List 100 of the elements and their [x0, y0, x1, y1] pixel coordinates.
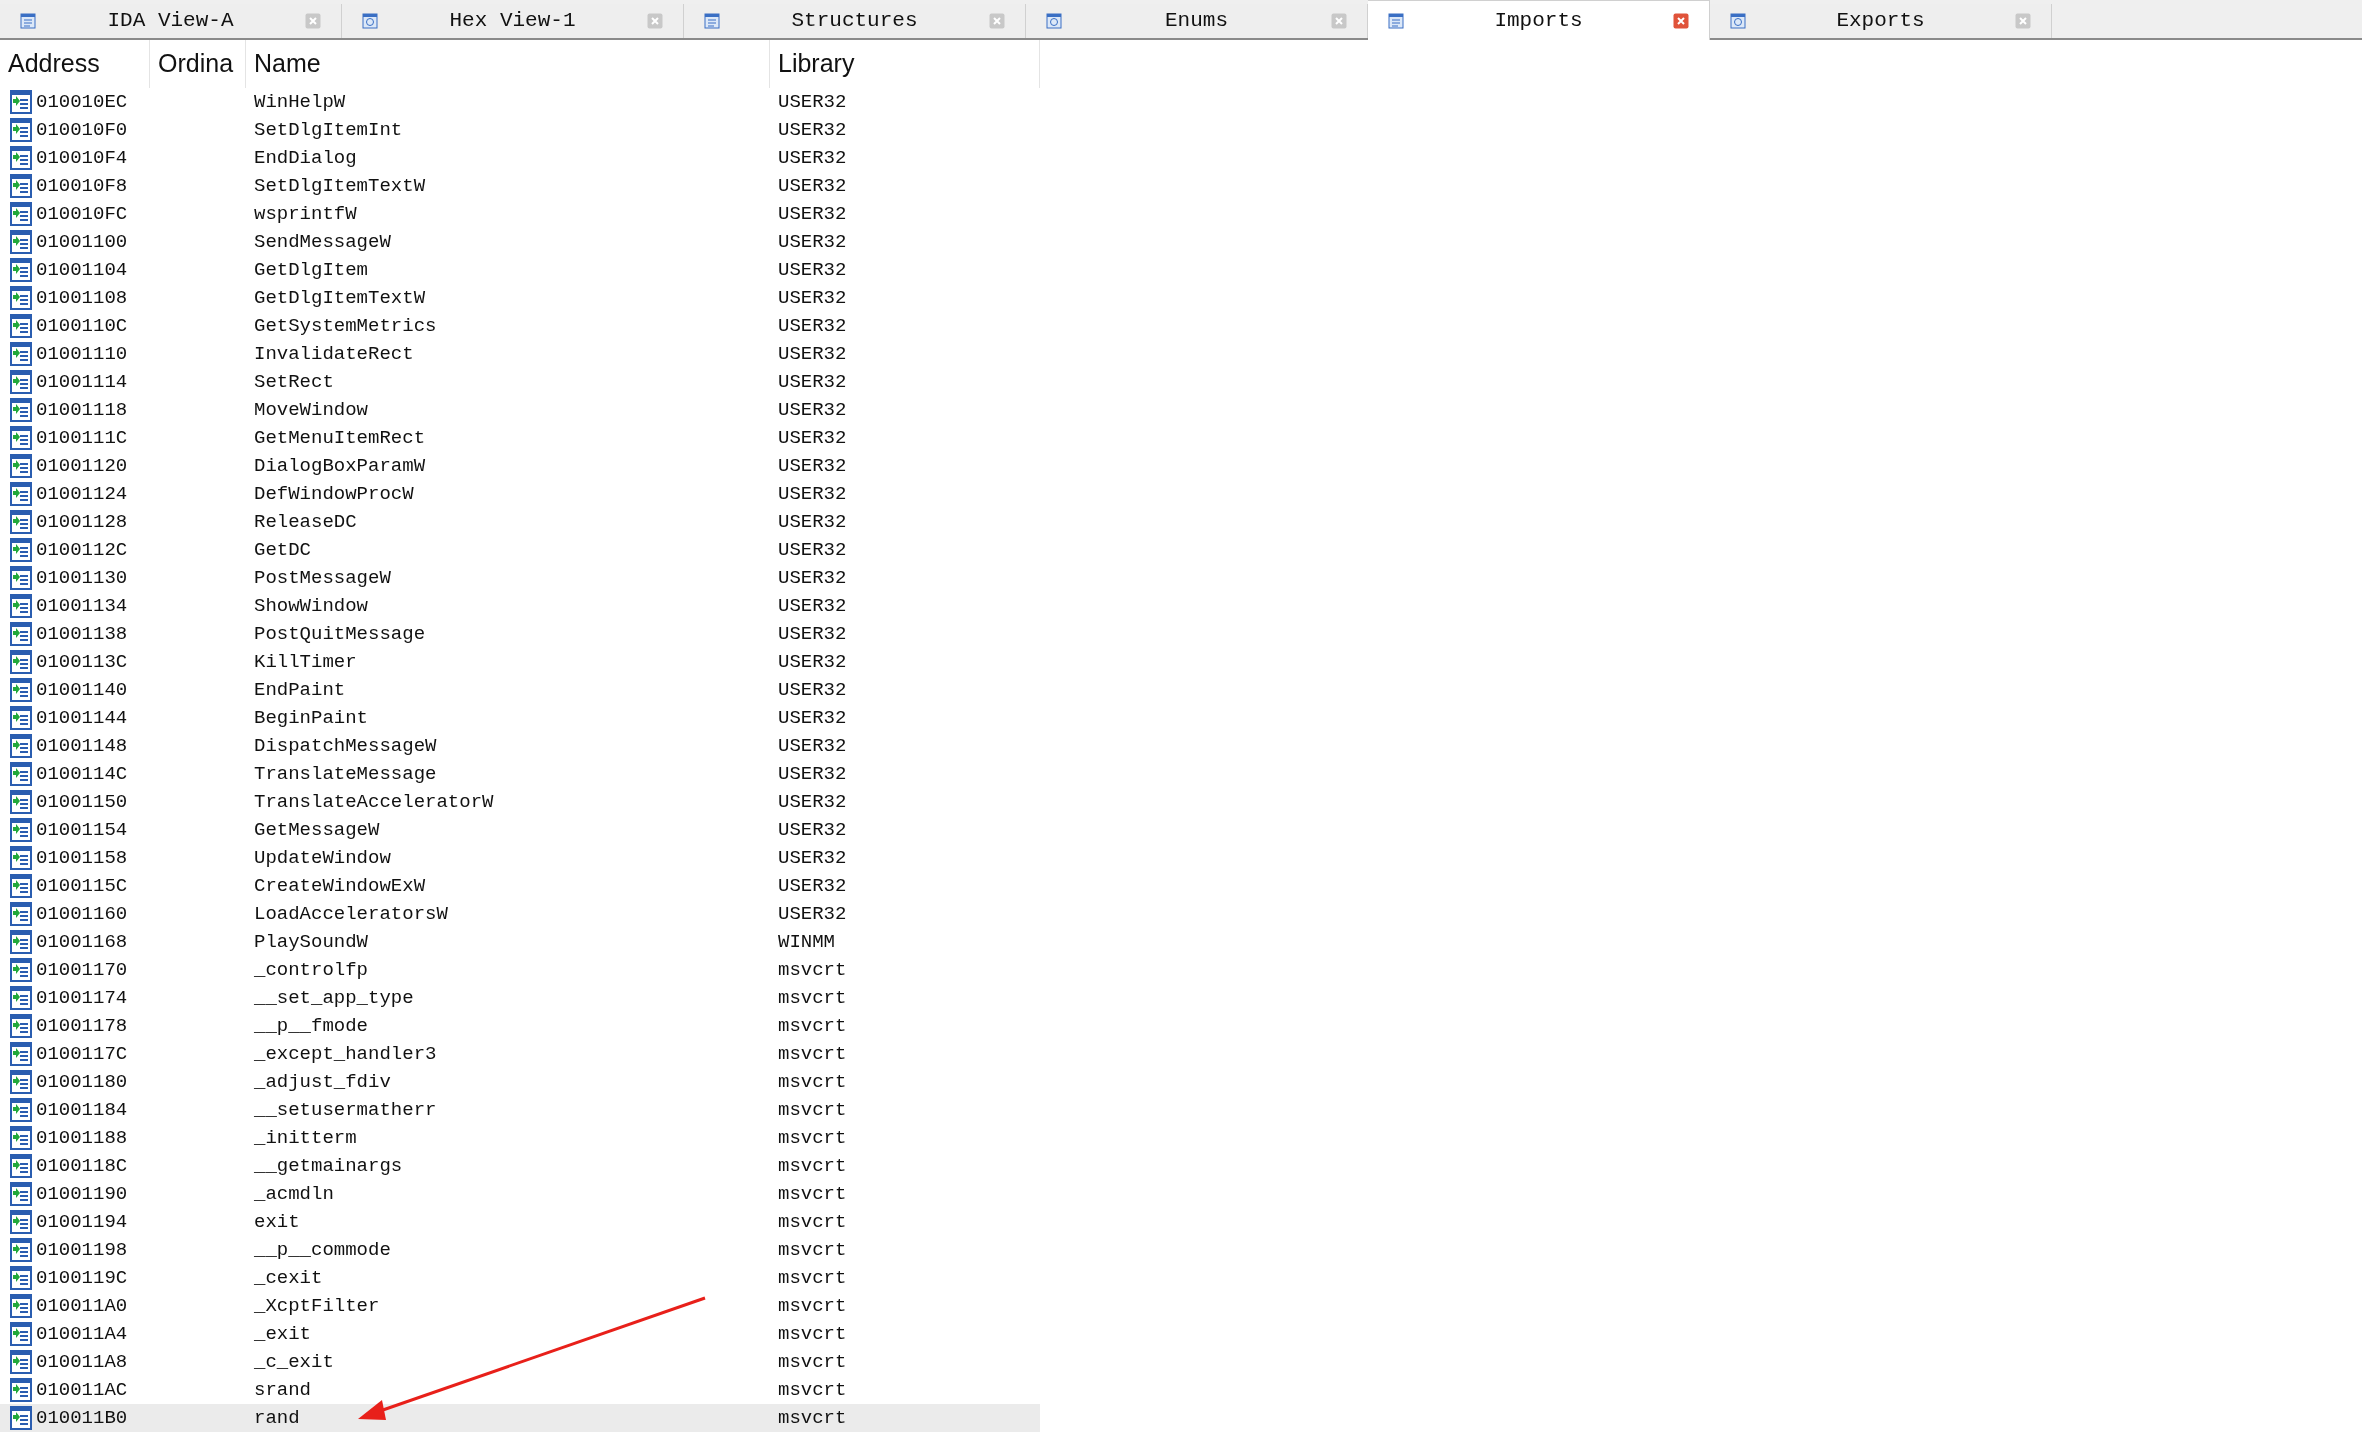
- address-cell-text: 010011AC: [36, 1377, 128, 1403]
- tab-icon: [1046, 13, 1062, 29]
- address-cell-text: 01001100: [36, 229, 128, 255]
- address-cell-text: 010011A4: [36, 1321, 128, 1347]
- library-cell-text: msvcrt: [777, 1125, 848, 1151]
- import-icon: [10, 930, 32, 954]
- name-cell-text: srand: [253, 1377, 312, 1403]
- library-cell-text: USER32: [777, 481, 848, 507]
- library-cell-text: msvcrt: [777, 1041, 848, 1067]
- address-cell-text: 010011A8: [36, 1349, 128, 1375]
- address-cell-text: 01001118: [36, 397, 128, 423]
- import-icon: [10, 958, 32, 982]
- name-cell-text: DispatchMessageW: [253, 733, 438, 759]
- address-cell-text: 01001188: [36, 1125, 128, 1151]
- library-cell-text: USER32: [777, 873, 848, 899]
- name-cell-text: SetDlgItemInt: [253, 117, 404, 143]
- library-cell-text: USER32: [777, 285, 848, 311]
- name-cell-text: DefWindowProcW: [253, 481, 415, 507]
- import-icon: [10, 258, 32, 282]
- close-icon[interactable]: [1331, 13, 1347, 29]
- tab[interactable]: Imports: [1368, 0, 1710, 40]
- library-cell-text: msvcrt: [777, 1013, 848, 1039]
- library-cell-text: USER32: [777, 425, 848, 451]
- name-cell-text: rand: [253, 1405, 301, 1431]
- address-cell-text: 010011B0: [36, 1405, 128, 1431]
- library-cell-text: msvcrt: [777, 1405, 848, 1431]
- name-cell-text: GetDlgItem: [253, 257, 370, 283]
- tab-icon: [704, 13, 720, 29]
- address-cell-text: 0100112C: [36, 537, 128, 563]
- name-cell-text: __getmainargs: [253, 1153, 404, 1179]
- address-cell-text: 01001144: [36, 705, 128, 731]
- library-cell-text: USER32: [777, 117, 848, 143]
- name-cell-text: EndDialog: [253, 145, 358, 171]
- library-cell-text: USER32: [777, 369, 848, 395]
- import-icon: [10, 1042, 32, 1066]
- address-cell-text: 01001128: [36, 509, 128, 535]
- name-cell-text: GetMessageW: [253, 817, 381, 843]
- name-cell-text: BeginPaint: [253, 705, 370, 731]
- name-cell-text: TranslateMessage: [253, 761, 438, 787]
- name-cell-text: CreateWindowExW: [253, 873, 427, 899]
- library-cell-text: USER32: [777, 201, 848, 227]
- library-cell-text: USER32: [777, 257, 848, 283]
- address-cell-text: 010010FC: [36, 201, 128, 227]
- tab-icon: [362, 13, 378, 29]
- import-icon: [10, 426, 32, 450]
- address-cell-text: 01001104: [36, 257, 128, 283]
- import-icon: [10, 1294, 32, 1318]
- close-icon[interactable]: [1673, 12, 1689, 29]
- address-cell-text: 01001194: [36, 1209, 128, 1235]
- library-cell-text: USER32: [777, 621, 848, 647]
- address-cell-text: 0100118C: [36, 1153, 128, 1179]
- library-cell-text: msvcrt: [777, 1097, 848, 1123]
- import-icon: [10, 1210, 32, 1234]
- import-icon: [10, 146, 32, 170]
- name-cell-text: LoadAcceleratorsW: [253, 901, 449, 927]
- address-cell-text: 01001174: [36, 985, 128, 1011]
- library-cell-text: USER32: [777, 173, 848, 199]
- address-cell-text: 01001150: [36, 789, 128, 815]
- address-cell-text: 01001154: [36, 817, 128, 843]
- name-cell-text: SetDlgItemTextW: [253, 173, 427, 199]
- name-cell-text: InvalidateRect: [253, 341, 415, 367]
- library-cell-text: USER32: [777, 733, 848, 759]
- tab-icon: [20, 13, 36, 29]
- close-icon[interactable]: [305, 13, 321, 29]
- import-icon: [10, 650, 32, 674]
- address-cell-text: 0100119C: [36, 1265, 128, 1291]
- name-cell-text: TranslateAcceleratorW: [253, 789, 495, 815]
- name-cell-text: _except_handler3: [253, 1041, 438, 1067]
- close-icon[interactable]: [989, 13, 1005, 29]
- name-cell-text: PostQuitMessage: [253, 621, 427, 647]
- library-cell-text: USER32: [777, 397, 848, 423]
- name-cell-text: wsprintfW: [253, 201, 358, 227]
- import-icon: [10, 1126, 32, 1150]
- library-cell-text: msvcrt: [777, 1349, 848, 1375]
- name-cell-text: _exit: [253, 1321, 312, 1347]
- import-icon: [10, 1182, 32, 1206]
- import-icon: [10, 1378, 32, 1402]
- tab-icon: [1730, 13, 1746, 29]
- name-cell-text: _acmdln: [253, 1181, 335, 1207]
- name-cell-text: ShowWindow: [253, 593, 370, 619]
- library-cell-text: msvcrt: [777, 1209, 848, 1235]
- close-icon[interactable]: [647, 13, 663, 29]
- name-cell-text: __set_app_type: [253, 985, 415, 1011]
- library-cell-text: USER32: [777, 901, 848, 927]
- close-icon[interactable]: [2015, 13, 2031, 29]
- library-cell-text: USER32: [777, 565, 848, 591]
- library-cell-text: USER32: [777, 649, 848, 675]
- name-cell-text: MoveWindow: [253, 397, 370, 423]
- table-row[interactable]: 010011B0 rand msvcrt: [0, 1404, 1040, 1432]
- address-cell-text: 01001124: [36, 481, 128, 507]
- library-cell-text: USER32: [777, 313, 848, 339]
- name-cell-text: UpdateWindow: [253, 845, 392, 871]
- address-cell-text: 01001180: [36, 1069, 128, 1095]
- library-cell-text: WINMM: [777, 929, 836, 955]
- address-cell-text: 010010F8: [36, 173, 128, 199]
- import-icon: [10, 118, 32, 142]
- name-cell-text: GetSystemMetrics: [253, 313, 438, 339]
- library-cell-text: msvcrt: [777, 1377, 848, 1403]
- address-cell-text: 010010EC: [36, 89, 128, 115]
- import-icon: [10, 202, 32, 226]
